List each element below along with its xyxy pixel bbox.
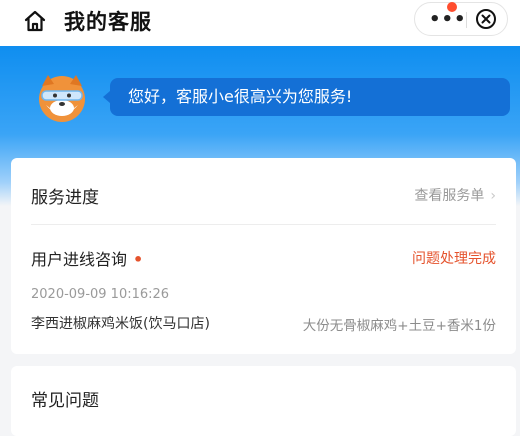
greeting-text: 您好，客服小e很高兴为您服务! [128, 87, 353, 106]
page-title: 我的客服 [64, 10, 152, 34]
more-menu-button[interactable]: ••• [425, 7, 466, 31]
close-icon[interactable] [475, 8, 497, 30]
faq-card: 常见问题 [11, 366, 516, 436]
order-items: 大份无骨椒麻鸡+土豆+香米1份 [302, 318, 496, 334]
unread-dot-icon: • [133, 250, 144, 269]
greeting-bubble: 您好，客服小e很高兴为您服务! [103, 78, 510, 116]
notification-dot [447, 2, 457, 12]
top-nav-bar: 我的客服 ••• [0, 0, 520, 46]
divider [31, 224, 496, 225]
home-icon[interactable] [22, 8, 48, 34]
chevron-right-icon: › [490, 188, 496, 204]
view-service-order-label: 查看服务单 [414, 188, 485, 204]
capsule-divider [466, 12, 467, 28]
mini-program-capsule: ••• [414, 2, 508, 36]
faq-title: 常见问题 [31, 391, 99, 411]
consult-timestamp: 2020-09-09 10:16:26 [31, 287, 170, 302]
more-dots-icon: ••• [429, 9, 467, 30]
view-service-order-link[interactable]: 查看服务单 › [414, 185, 496, 205]
status-badge: 问题处理完成 [412, 251, 496, 267]
consult-label: 用户进线咨询 [31, 250, 128, 269]
mascot-avatar-icon [39, 75, 85, 122]
service-progress-card: 服务进度 查看服务单 › 用户进线咨询 • 问题处理完成 2020-09-09 10… [11, 158, 516, 354]
